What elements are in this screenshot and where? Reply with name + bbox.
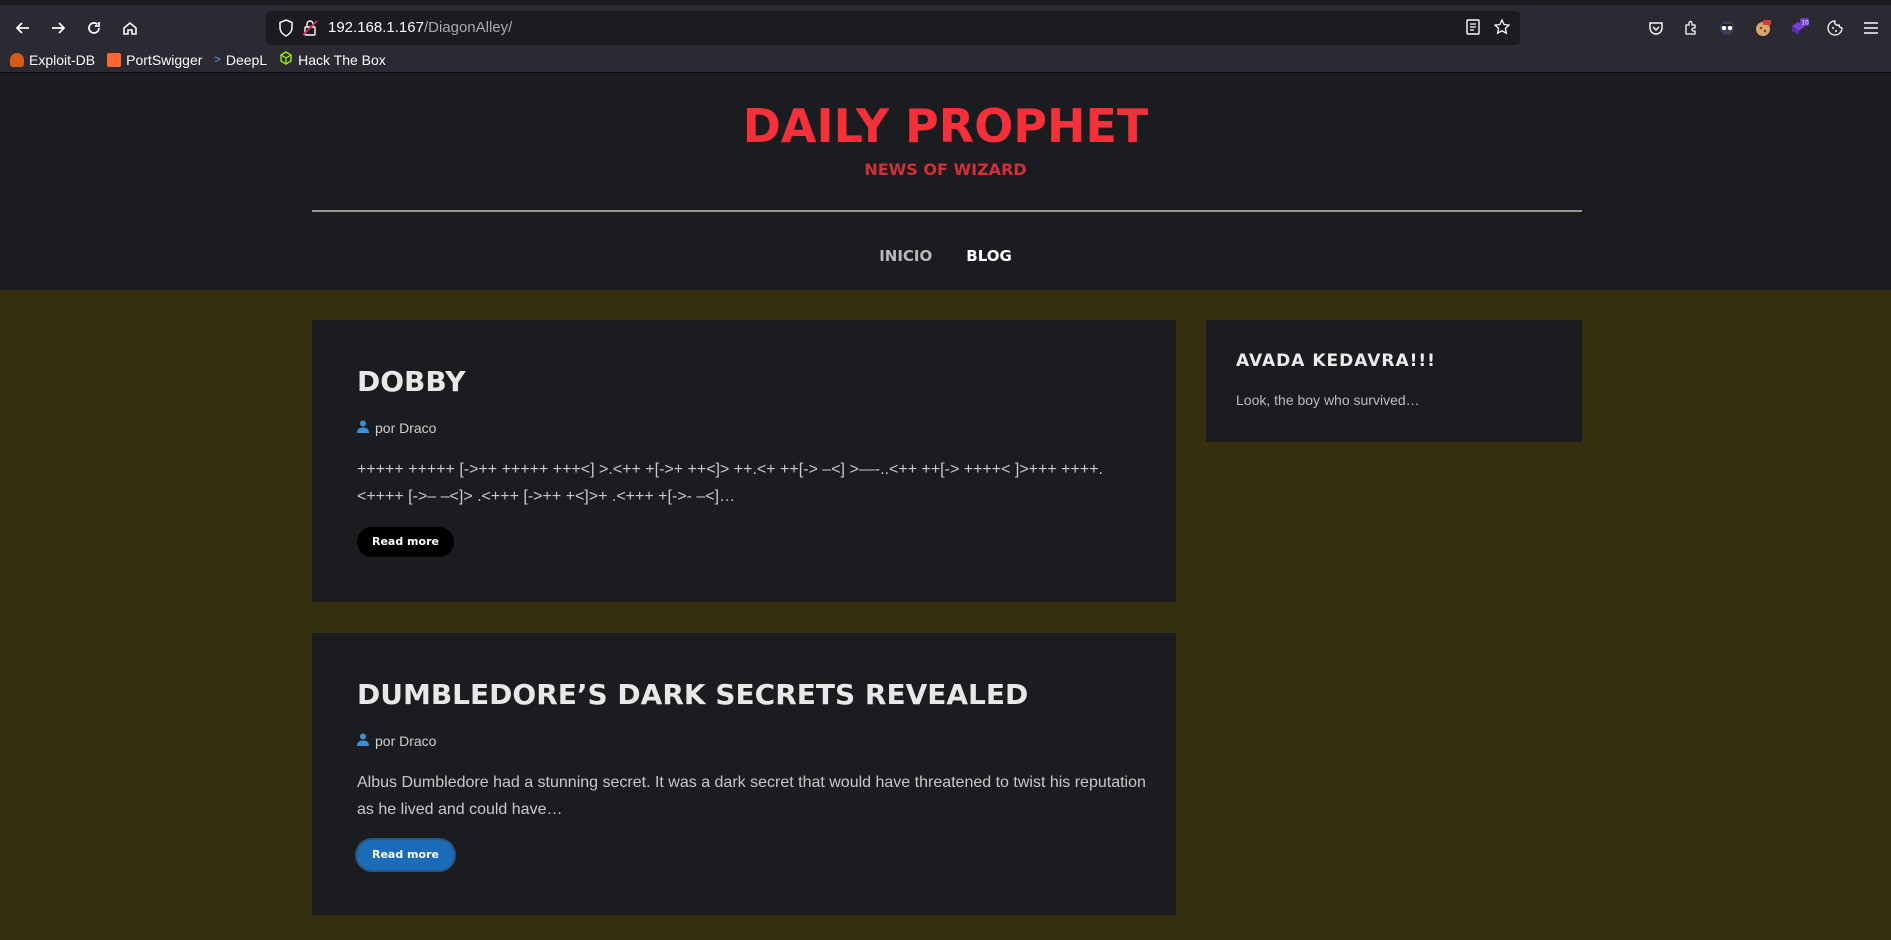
extensions-icon[interactable] xyxy=(1676,13,1706,43)
web-page: DAILY PROPHET NEWS OF WIZARD INICIO BLOG… xyxy=(0,74,1891,940)
bookmark-exploit-db[interactable]: Exploit-DB xyxy=(10,52,95,68)
portswigger-icon xyxy=(107,52,122,67)
post-author: por Draco xyxy=(357,420,436,436)
header-divider xyxy=(312,210,1582,212)
read-more-button[interactable]: Read more xyxy=(357,840,454,870)
back-arrow-icon[interactable] xyxy=(8,13,38,43)
insecure-lock-icon[interactable] xyxy=(302,19,318,37)
cookie-icon[interactable] xyxy=(1820,13,1850,43)
site-title[interactable]: DAILY PROPHET xyxy=(0,99,1891,153)
browser-toolbar: 192.168.1.167/DiagonAlley/ 10 xyxy=(0,0,1891,47)
site-header: DAILY PROPHET NEWS OF WIZARD INICIO BLOG xyxy=(0,74,1891,290)
post-card: DUMBLEDORE’S DARK SECRETS REVEALED por D… xyxy=(312,633,1176,915)
bookmark-star-icon[interactable] xyxy=(1493,18,1511,39)
url-bar[interactable]: 192.168.1.167/DiagonAlley/ xyxy=(266,11,1520,45)
bookmark-deepl[interactable]: > DeepL xyxy=(214,52,267,68)
disguise-extension-icon[interactable] xyxy=(1712,13,1742,43)
shield-icon[interactable] xyxy=(278,19,294,37)
bookmark-hack-the-box[interactable]: Hack The Box xyxy=(279,51,386,68)
deepl-icon: > xyxy=(214,53,221,66)
user-icon xyxy=(357,733,369,749)
widget-title: AVADA KEDAVRA!!! xyxy=(1236,351,1436,371)
post-title[interactable]: DOBBY xyxy=(357,365,465,398)
post-card: DOBBY por Draco +++++ +++++ [->++ +++++ … xyxy=(312,320,1176,602)
hack-the-box-icon xyxy=(279,51,293,68)
user-icon xyxy=(357,420,369,436)
site-tagline: NEWS OF WIZARD xyxy=(864,160,1027,179)
cookie-editor-extension-icon[interactable] xyxy=(1748,13,1778,43)
post-title[interactable]: DUMBLEDORE’S DARK SECRETS REVEALED xyxy=(357,678,1028,711)
post-excerpt: +++++ +++++ [->++ +++++ +++<] >.<++ +[->… xyxy=(357,461,1103,505)
read-more-button[interactable]: Read more xyxy=(357,527,454,557)
hamburger-menu-icon[interactable] xyxy=(1856,13,1886,43)
bookmarks-bar: Exploit-DB PortSwigger > DeepL Hack The … xyxy=(0,47,1891,73)
widget-text: Look, the boy who survived… xyxy=(1236,392,1420,408)
svg-text:10: 10 xyxy=(1801,20,1809,27)
forward-arrow-icon[interactable] xyxy=(43,13,73,43)
post-author-name[interactable]: por Draco xyxy=(375,733,436,749)
post-excerpt: Albus Dumbledore had a stunning secret. … xyxy=(357,774,1146,818)
main-nav: INICIO BLOG xyxy=(0,247,1891,265)
sidebar-widget: AVADA KEDAVRA!!! Look, the boy who survi… xyxy=(1206,320,1582,442)
reader-view-icon[interactable] xyxy=(1466,19,1480,39)
home-icon[interactable] xyxy=(115,13,145,43)
bookmark-portswigger[interactable]: PortSwigger xyxy=(107,52,202,68)
post-author: por Draco xyxy=(357,733,436,749)
pocket-icon[interactable] xyxy=(1641,13,1671,43)
exploit-db-icon xyxy=(10,52,24,67)
nav-link-inicio[interactable]: INICIO xyxy=(879,247,932,265)
nav-link-blog[interactable]: BLOG xyxy=(966,247,1012,265)
url-text[interactable]: 192.168.1.167/DiagonAlley/ xyxy=(328,19,512,36)
post-author-name[interactable]: por Draco xyxy=(375,420,436,436)
hackbar-extension-icon[interactable]: 10 xyxy=(1784,13,1814,43)
reload-icon[interactable] xyxy=(79,13,109,43)
